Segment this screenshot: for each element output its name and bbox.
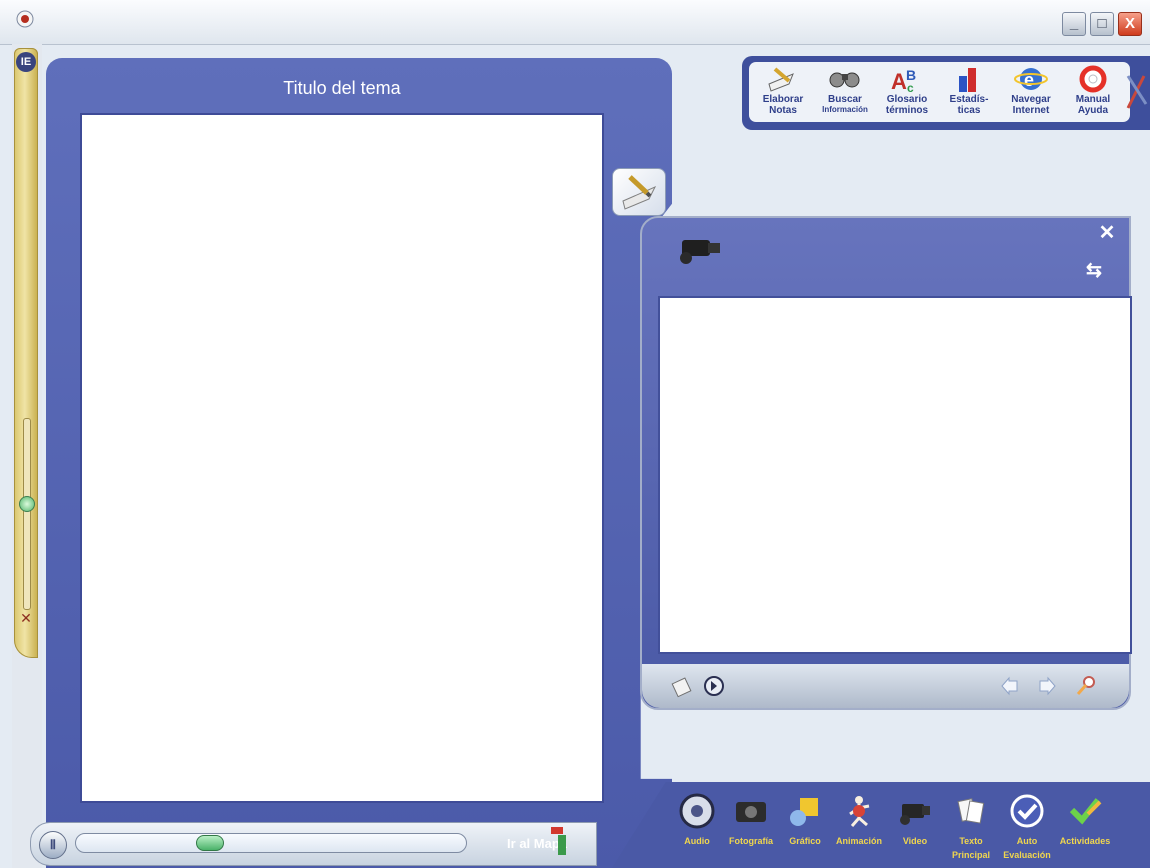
shapes-icon [790,798,818,826]
next-arrow-icon[interactable] [1034,674,1058,698]
lifebuoy-icon [1079,65,1107,93]
mute-icon[interactable]: ✕ [18,610,34,626]
playback-progress[interactable] [75,833,467,853]
media-texto-principal[interactable]: Texto Principal [944,790,998,864]
media-video[interactable]: Video [888,790,942,864]
window-titlebar: _ □ X [0,0,1150,45]
tools-icon[interactable] [1126,68,1148,112]
video-screen [658,296,1132,654]
video-camera-icon [900,804,930,825]
maximize-button[interactable]: □ [1090,12,1114,36]
volume-slider-knob[interactable] [19,496,35,512]
media-animacion[interactable]: Animación [832,790,886,864]
media-panel: Audio Fotografía Gráfico Animación Video [612,782,1150,868]
zoom-icon[interactable] [1074,674,1098,698]
tool-manual-ayuda[interactable]: Manual Ayuda [1063,64,1123,122]
notes-icon [622,175,657,210]
main-content-area [80,113,604,803]
tool-estadisticas[interactable]: Estadís- ticas [939,64,999,122]
animation-figure-icon [849,796,870,827]
media-fotografia[interactable]: Fotografía [724,790,778,864]
edit-notes-button[interactable] [612,168,666,216]
playback-bar: Ⅱ Ir al Mapa [30,822,597,866]
close-button[interactable]: X [1118,12,1142,36]
institute-logo-icon: IE [16,52,36,72]
video-close-button[interactable]: ✕ [1096,222,1118,244]
video-panel: ✕ ⇆ [640,216,1132,710]
speaker-icon [679,793,715,829]
pause-button[interactable]: Ⅱ [39,831,67,859]
sidebar-strip: IE Instituto de Educación Superior a Dis… [14,48,59,658]
binoculars-icon [829,72,860,88]
tool-glosario-terminos[interactable]: A B c Glosario términos [877,64,937,122]
svg-text:e: e [1024,70,1034,90]
tool-navegar-internet[interactable]: e Navegar Internet [1001,64,1061,122]
document-icon [957,798,985,824]
video-camera-icon [680,240,720,264]
note-icon[interactable] [670,674,694,698]
media-audio[interactable]: Audio [670,790,724,864]
svg-text:c: c [907,81,914,94]
app-icon [16,10,34,28]
toolbar-box: Elaborar Notas Buscar Información A B c … [749,62,1130,122]
media-grafico[interactable]: Gráfico [778,790,832,864]
activities-icon [1069,798,1102,825]
video-footer [642,664,1129,708]
audio-icon[interactable] [702,674,726,698]
camera-icon [736,802,766,822]
volume-slider-track[interactable] [23,418,31,610]
media-auto-evaluacion[interactable]: Auto Evaluación [1000,790,1054,864]
notes-icon [768,67,794,92]
tool-buscar-informacion[interactable]: Buscar Información [815,64,875,122]
prev-arrow-icon[interactable] [999,674,1023,698]
page-title: Titulo del tema [283,78,401,98]
tool-elaborar-notas[interactable]: Elaborar Notas [753,64,813,122]
svg-text:A: A [891,69,907,94]
video-resize-arrows[interactable]: ⇆ [1066,260,1122,282]
checkmark-icon [1010,794,1044,828]
minimize-button[interactable]: _ [1062,12,1086,36]
media-actividades[interactable]: Actividades [1058,790,1112,864]
progress-knob[interactable] [196,835,224,851]
glossary-icon: A B c [891,67,916,94]
internet-explorer-icon: e [1014,68,1048,90]
statistics-icon [959,68,976,92]
traffic-light-icon [551,827,566,855]
top-toolbar: Elaborar Notas Buscar Información A B c … [742,56,1150,130]
